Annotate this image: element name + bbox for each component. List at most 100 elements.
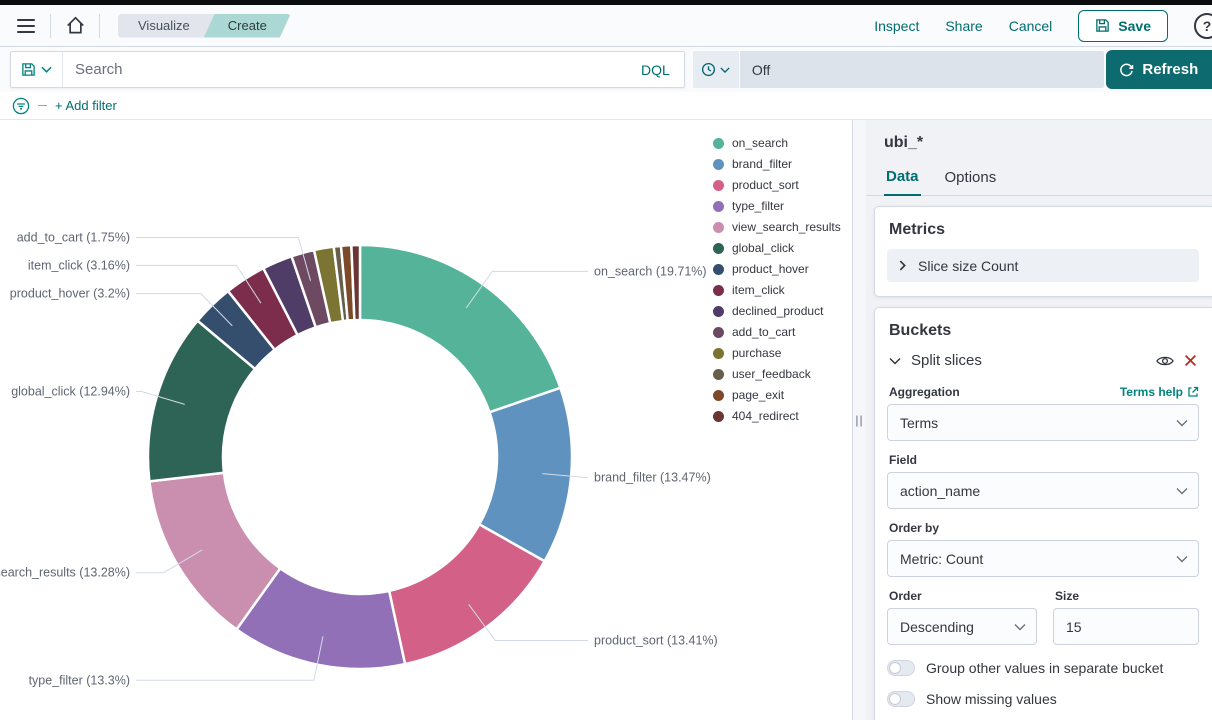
- metrics-heading: Metrics: [889, 221, 1199, 239]
- slice-callout-label: type_filter (13.3%): [29, 673, 130, 687]
- eye-icon: [1156, 354, 1174, 368]
- clock-icon: [701, 62, 716, 77]
- legend-item-item_click[interactable]: item_click: [713, 283, 841, 297]
- legend-item-product_hover[interactable]: product_hover: [713, 262, 841, 276]
- divider: [50, 14, 51, 38]
- legend-item-label: add_to_cart: [732, 325, 795, 339]
- buckets-card: Buckets Split slices: [874, 307, 1212, 720]
- aggregation-value: Terms: [900, 415, 938, 431]
- refresh-icon: [1119, 62, 1134, 77]
- divider: [99, 14, 100, 38]
- slice-callout-label: product_sort (13.41%): [594, 633, 718, 647]
- order-select[interactable]: Descending: [887, 608, 1037, 645]
- legend-item-global_click[interactable]: global_click: [713, 241, 841, 255]
- nav-menu-button[interactable]: [10, 10, 42, 42]
- filter-separator: [38, 105, 47, 106]
- resizer-grip-icon: ||: [855, 413, 863, 427]
- legend-item-brand_filter[interactable]: brand_filter: [713, 157, 841, 171]
- legend-item-label: brand_filter: [732, 157, 792, 171]
- legend-item-label: type_filter: [732, 199, 784, 213]
- inspect-button[interactable]: Inspect: [874, 18, 919, 34]
- field-value: action_name: [900, 483, 980, 499]
- search-bar-group: DQL: [10, 51, 685, 88]
- filter-icon[interactable]: [12, 97, 30, 115]
- breadcrumb: Visualize Create: [118, 14, 291, 38]
- chevron-down-icon: [1176, 419, 1188, 427]
- show-missing-values-toggle[interactable]: [887, 691, 915, 707]
- time-quick-select-button[interactable]: [693, 51, 740, 88]
- legend-swatch-icon: [713, 306, 724, 317]
- order-by-label: Order by: [889, 521, 1199, 535]
- legend-item-purchase[interactable]: purchase: [713, 346, 841, 360]
- close-icon: [1184, 354, 1197, 367]
- metric-slice-size-row[interactable]: Slice size Count: [887, 249, 1199, 282]
- home-button[interactable]: [59, 10, 91, 42]
- chevron-down-icon: [41, 66, 52, 73]
- group-other-values-toggle[interactable]: [887, 660, 915, 676]
- cancel-button[interactable]: Cancel: [1009, 18, 1053, 34]
- chart-legend: on_search brand_filter product_sort type_fi…: [713, 136, 841, 423]
- legend-swatch-icon: [713, 201, 724, 212]
- refresh-button[interactable]: Refresh: [1106, 50, 1212, 89]
- legend-swatch-icon: [713, 243, 724, 254]
- legend-swatch-icon: [713, 411, 724, 422]
- breadcrumb-create: Create: [204, 14, 291, 38]
- chevron-down-icon[interactable]: [889, 357, 901, 365]
- group-other-values-label: Group other values in separate bucket: [926, 660, 1163, 676]
- group-other-values-row: Group other values in separate bucket: [887, 660, 1199, 676]
- legend-item-view_search_results[interactable]: view_search_results: [713, 220, 841, 234]
- legend-item-declined_product[interactable]: declined_product: [713, 304, 841, 318]
- order-label: Order: [889, 589, 1037, 603]
- index-pattern-title: ubi_*: [866, 120, 1212, 162]
- time-picker-value[interactable]: Off: [740, 51, 1104, 88]
- breadcrumb-visualize[interactable]: Visualize: [118, 14, 216, 38]
- search-input[interactable]: [63, 61, 627, 78]
- filter-bar: + Add filter: [0, 92, 1212, 120]
- legend-item-label: item_click: [732, 283, 785, 297]
- pie-slice-on_search[interactable]: [360, 245, 560, 412]
- legend-item-404_redirect[interactable]: 404_redirect: [713, 409, 841, 423]
- order-by-select[interactable]: Metric: Count: [887, 540, 1199, 577]
- legend-item-user_feedback[interactable]: user_feedback: [713, 367, 841, 381]
- panel-resizer-handle[interactable]: ||: [852, 120, 866, 720]
- toggle-visibility-button[interactable]: [1156, 354, 1174, 368]
- legend-swatch-icon: [713, 138, 724, 149]
- pie-chart-area: on_search (19.71%)brand_filter (13.47%)p…: [0, 120, 852, 720]
- size-label: Size: [1055, 589, 1199, 603]
- save-button[interactable]: Save: [1078, 10, 1168, 42]
- legend-item-product_sort[interactable]: product_sort: [713, 178, 841, 192]
- legend-item-label: page_exit: [732, 388, 784, 402]
- chevron-down-icon: [720, 67, 730, 73]
- terms-help-link[interactable]: Terms help: [1120, 385, 1199, 399]
- legend-item-add_to_cart[interactable]: add_to_cart: [713, 325, 841, 339]
- order-by-value: Metric: Count: [900, 551, 983, 567]
- field-label: Field: [889, 453, 1199, 467]
- split-slices-title[interactable]: Split slices: [911, 352, 1146, 369]
- add-filter-button[interactable]: + Add filter: [55, 98, 117, 113]
- tab-options[interactable]: Options: [943, 162, 999, 195]
- help-button[interactable]: ?: [1194, 13, 1212, 39]
- save-button-label: Save: [1118, 18, 1151, 34]
- legend-item-type_filter[interactable]: type_filter: [713, 199, 841, 213]
- remove-bucket-button[interactable]: [1184, 354, 1197, 367]
- buckets-heading: Buckets: [889, 322, 1199, 340]
- slice-callout-label: global_click (12.94%): [11, 384, 130, 398]
- field-select[interactable]: action_name: [887, 472, 1199, 509]
- saved-query-menu-button[interactable]: [11, 52, 63, 87]
- legend-item-label: global_click: [732, 241, 794, 255]
- aggregation-select[interactable]: Terms: [887, 404, 1199, 441]
- query-language-button[interactable]: DQL: [627, 62, 684, 78]
- show-missing-values-label: Show missing values: [926, 691, 1057, 707]
- show-missing-values-row: Show missing values: [887, 691, 1199, 707]
- legend-item-label: product_hover: [732, 262, 809, 276]
- legend-swatch-icon: [713, 159, 724, 170]
- share-button[interactable]: Share: [945, 18, 982, 34]
- size-input[interactable]: [1053, 608, 1199, 645]
- query-bar: DQL Off Refresh: [0, 47, 1212, 92]
- legend-item-page_exit[interactable]: page_exit: [713, 388, 841, 402]
- legend-item-on_search[interactable]: on_search: [713, 136, 841, 150]
- tab-data[interactable]: Data: [884, 162, 921, 196]
- slice-callout-label: brand_filter (13.47%): [594, 471, 711, 485]
- hamburger-icon: [17, 19, 35, 33]
- chevron-down-icon: [1176, 487, 1188, 495]
